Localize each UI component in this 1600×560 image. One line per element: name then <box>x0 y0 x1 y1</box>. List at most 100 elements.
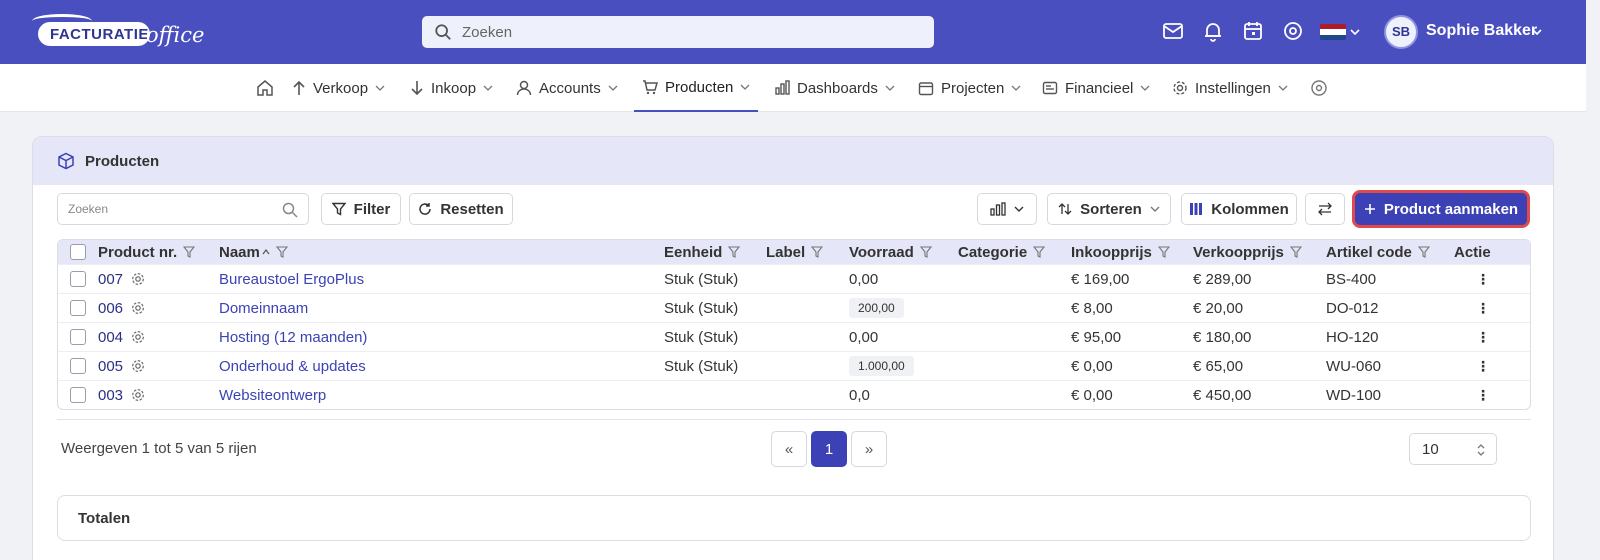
nav-item-verkoop[interactable]: Verkoop <box>292 64 385 112</box>
gear-icon[interactable] <box>131 359 145 373</box>
product-search[interactable] <box>57 193 309 225</box>
gear-icon[interactable] <box>131 272 145 286</box>
select-all-checkbox[interactable] <box>70 244 86 260</box>
row-actions-icon[interactable]: ⋮ <box>1476 323 1490 351</box>
filter-icon[interactable] <box>275 246 288 258</box>
row-checkbox[interactable] <box>70 271 86 287</box>
refresh-icon <box>419 203 432 215</box>
column-header-inkoopprijs[interactable]: Inkoopprijs <box>1071 240 1170 264</box>
chevron-down-icon[interactable] <box>1350 28 1360 36</box>
chevron-down-icon <box>1150 206 1160 212</box>
next-page-button[interactable]: » <box>851 431 887 467</box>
product-nr-link[interactable]: 007 <box>98 271 123 288</box>
table-row[interactable]: 003 Websiteontwerp 0,0 € 0,00 € 450,00 W… <box>58 380 1530 409</box>
language-flag-icon[interactable] <box>1320 24 1346 40</box>
filter-icon[interactable] <box>1417 246 1430 258</box>
product-name-link[interactable]: Bureaustoel ErgoPlus <box>219 265 364 293</box>
nav-item-inkoop[interactable]: Inkoop <box>410 64 493 112</box>
row-actions-icon[interactable]: ⋮ <box>1476 294 1490 322</box>
eye-icon[interactable] <box>1282 20 1304 42</box>
filter-icon[interactable] <box>919 246 932 258</box>
table-row[interactable]: 005 Onderhoud & updates Stuk (Stuk) 1.00… <box>58 351 1530 380</box>
product-name-link[interactable]: Domeinnaam <box>219 294 308 322</box>
chevron-down-icon[interactable] <box>1532 28 1542 36</box>
global-search[interactable] <box>422 16 934 48</box>
column-header-label[interactable]: Label <box>766 240 824 264</box>
nav-visibility[interactable] <box>1310 64 1328 112</box>
purchase-price-cell: € 8,00 <box>1071 299 1113 317</box>
gear-icon[interactable] <box>131 388 145 402</box>
page-1-button[interactable]: 1 <box>811 431 847 467</box>
product-name-link[interactable]: Onderhoud & updates <box>219 352 366 380</box>
columns-button[interactable]: Kolommen <box>1181 193 1297 225</box>
prev-page-button[interactable]: « <box>771 431 807 467</box>
avatar[interactable]: SB <box>1384 15 1418 49</box>
create-product-button[interactable]: Product aanmaken <box>1355 193 1527 225</box>
nav-item-accounts[interactable]: Accounts <box>516 64 618 112</box>
search-icon <box>435 24 451 40</box>
row-checkbox[interactable] <box>70 387 86 403</box>
filter-icon[interactable] <box>183 246 196 258</box>
product-name-link[interactable]: Hosting (12 maanden) <box>219 323 367 351</box>
row-checkbox[interactable] <box>70 358 86 374</box>
filter-button[interactable]: Filter <box>321 193 401 225</box>
table-row[interactable]: 006 Domeinnaam Stuk (Stuk) 200,00 € 8,00… <box>58 293 1530 322</box>
unit-cell: Stuk (Stuk) <box>664 299 739 317</box>
nav-item-financieel[interactable]: Financieel <box>1042 64 1150 112</box>
gear-icon[interactable] <box>131 330 145 344</box>
global-search-input[interactable] <box>462 16 922 48</box>
gear-icon[interactable] <box>131 301 145 315</box>
reset-button[interactable]: Resetten <box>409 193 513 225</box>
nav-item-producten[interactable]: Producten <box>634 64 759 112</box>
column-header-verkoopprijs[interactable]: Verkoopprijs <box>1193 240 1302 264</box>
sort-button[interactable]: Sorteren <box>1047 193 1171 225</box>
row-checkbox[interactable] <box>70 329 86 345</box>
row-checkbox[interactable] <box>70 300 86 316</box>
purchase-price-cell: € 0,00 <box>1071 386 1113 404</box>
product-nr-link[interactable]: 005 <box>98 358 123 375</box>
calendar-icon[interactable] <box>1242 20 1264 42</box>
column-header-product-nr[interactable]: Product nr. <box>98 240 196 264</box>
product-nr-link[interactable]: 004 <box>98 329 123 346</box>
nav-item-dashboards[interactable]: Dashboards <box>774 64 895 112</box>
column-label: Eenheid <box>664 243 723 261</box>
logo[interactable]: FACTURATIE office <box>32 14 204 48</box>
nav-home[interactable] <box>256 64 274 112</box>
product-nr-link[interactable]: 006 <box>98 300 123 317</box>
product-search-input[interactable] <box>68 194 268 224</box>
filter-icon[interactable] <box>728 246 741 258</box>
column-header-artikel-code[interactable]: Artikel code <box>1326 240 1430 264</box>
product-nr-link[interactable]: 003 <box>98 387 123 404</box>
mail-icon[interactable] <box>1162 20 1184 42</box>
product-name-link[interactable]: Websiteontwerp <box>219 381 326 409</box>
column-label: Artikel code <box>1326 243 1412 261</box>
filter-icon[interactable] <box>811 246 824 258</box>
filter-icon[interactable] <box>1289 246 1302 258</box>
search-icon <box>282 202 298 218</box>
filter-icon[interactable] <box>1157 246 1170 258</box>
nav-item-label: Producten <box>665 78 734 96</box>
column-label: Product nr. <box>98 243 178 261</box>
card-header: Producten <box>33 137 1553 185</box>
column-header-eenheid[interactable]: Eenheid <box>664 240 741 264</box>
page-size-select[interactable]: 10 <box>1409 433 1497 465</box>
row-actions-icon[interactable]: ⋮ <box>1476 352 1490 380</box>
table-row[interactable]: 007 Bureaustoel ErgoPlus Stuk (Stuk) 0,0… <box>58 264 1530 293</box>
column-header-categorie[interactable]: Categorie <box>958 240 1046 264</box>
column-header-naam[interactable]: Naam <box>219 240 288 264</box>
nav-item-projecten[interactable]: Projecten <box>918 64 1021 112</box>
bell-icon[interactable] <box>1202 20 1224 42</box>
filter-icon[interactable] <box>1033 246 1046 258</box>
nav-item-instellingen[interactable]: Instellingen <box>1172 64 1288 112</box>
nav-item-label: Instellingen <box>1195 79 1271 97</box>
totals-panel[interactable]: Totalen <box>57 495 1531 541</box>
row-actions-icon[interactable]: ⋮ <box>1476 265 1490 293</box>
top-bar: FACTURATIE office SB Sophie Bakker <box>0 0 1586 64</box>
table-row[interactable]: 004 Hosting (12 maanden) Stuk (Stuk) 0,0… <box>58 322 1530 351</box>
column-header-voorraad[interactable]: Voorraad <box>849 240 932 264</box>
swap-button[interactable] <box>1305 193 1345 225</box>
user-name[interactable]: Sophie Bakker <box>1426 22 1537 40</box>
sort-label: Sorteren <box>1080 200 1142 218</box>
chart-view-button[interactable] <box>977 193 1037 225</box>
row-actions-icon[interactable]: ⋮ <box>1476 381 1490 409</box>
